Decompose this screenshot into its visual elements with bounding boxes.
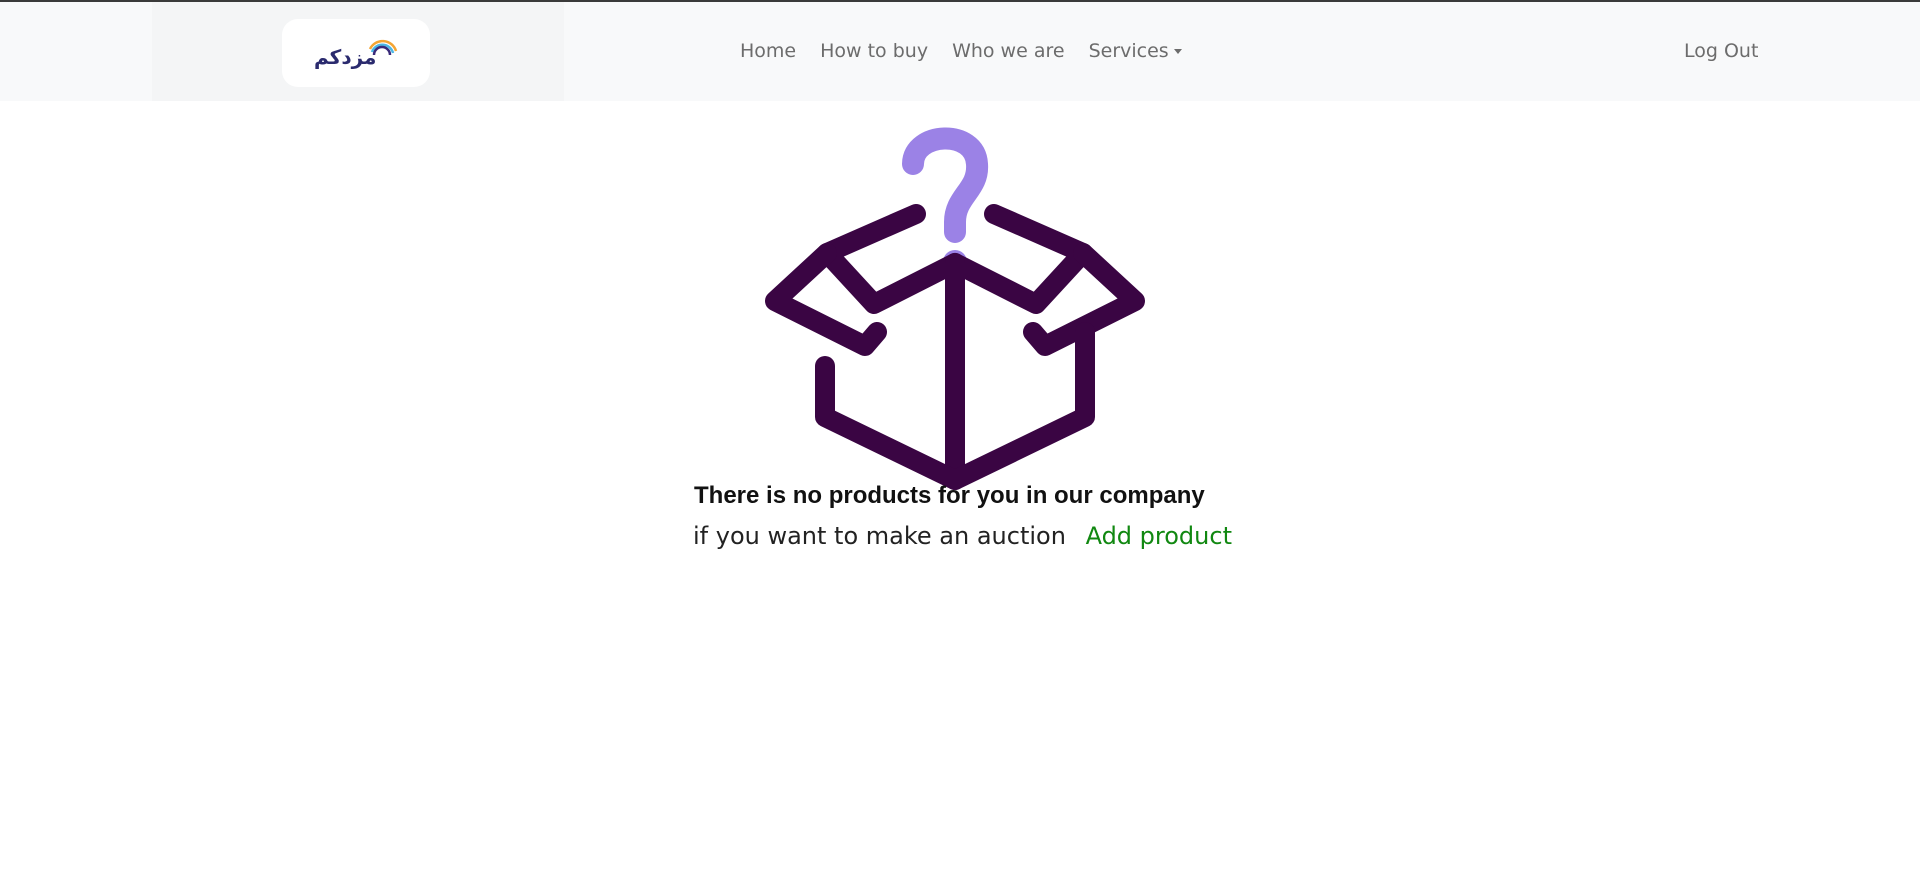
- logo-mark-icon: مزدكم: [314, 39, 398, 69]
- add-product-link[interactable]: Add product: [1086, 522, 1232, 550]
- main-nav: Home How to buy Who we are Services: [740, 40, 1206, 62]
- logout-link[interactable]: Log Out: [1684, 40, 1758, 62]
- empty-state-title: There is no products for you in our comp…: [694, 482, 1205, 509]
- svg-text:مزدكم: مزدكم: [314, 45, 376, 69]
- nav-services-dropdown[interactable]: Services: [1089, 40, 1182, 62]
- open-box-question-icon: [765, 127, 1145, 490]
- nav-how-to-buy[interactable]: How to buy: [820, 40, 928, 62]
- brand-logo[interactable]: مزدكم: [282, 19, 430, 87]
- caret-down-icon: [1173, 49, 1182, 54]
- nav-who-we-are[interactable]: Who we are: [952, 40, 1065, 62]
- nav-services-label: Services: [1088, 40, 1169, 62]
- navbar: مزدكم Home How to buy Who we are Service…: [0, 2, 1920, 101]
- nav-home[interactable]: Home: [740, 40, 796, 62]
- empty-state-prompt: if you want to make an auction: [693, 522, 1066, 550]
- empty-state-prompt-line: if you want to make an auction Add produ…: [693, 522, 1232, 550]
